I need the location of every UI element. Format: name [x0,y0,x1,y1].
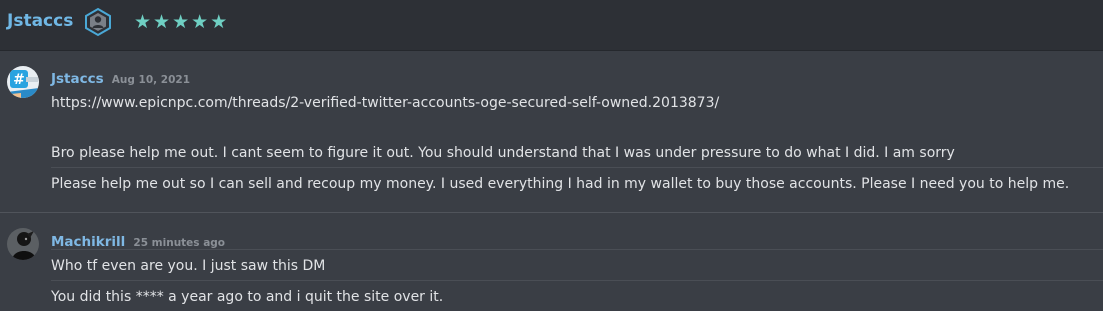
line-separator [51,280,1103,281]
message-block: Machikrill 25 minutes ago Who tf even ar… [0,213,1103,311]
rating-stars: ★ ★ ★ ★ ★ [134,12,227,32]
user-shield-icon [85,7,111,37]
star-icon: ★ [191,11,209,33]
author-name[interactable]: Jstaccs [51,71,104,87]
hashtag-avatar-icon: # [7,66,39,98]
svg-text:#: # [13,72,25,88]
message-line: Bro please help me out. I cant seem to f… [51,145,955,161]
message-line: Please help me out so I can sell and rec… [51,176,1070,192]
star-icon: ★ [172,11,190,33]
avatar[interactable]: # [7,66,39,98]
line-separator [51,249,1103,250]
header-username[interactable]: Jstaccs [7,11,73,31]
message-block: # Jstaccs Aug 10, 2021 https://www.epicn… [0,51,1103,212]
star-icon: ★ [134,11,152,33]
message-line: Who tf even are you. I just saw this DM [51,258,326,274]
dark-figure-avatar-icon [7,228,39,260]
message-line[interactable]: https://www.epicnpc.com/threads/2-verifi… [51,95,1093,111]
conversation-header: Jstaccs ★ ★ ★ ★ ★ [0,0,1103,51]
message-meta: Jstaccs Aug 10, 2021 [51,68,190,87]
message-timestamp[interactable]: 25 minutes ago [133,237,225,249]
message-line: You did this **** a year ago to and i qu… [51,289,444,305]
author-name[interactable]: Machikrill [51,234,125,250]
line-separator [51,167,1103,168]
message-timestamp[interactable]: Aug 10, 2021 [112,74,190,86]
avatar[interactable] [7,228,39,260]
star-icon: ★ [153,11,171,33]
star-icon: ★ [210,11,228,33]
message-meta: Machikrill 25 minutes ago [51,231,225,250]
